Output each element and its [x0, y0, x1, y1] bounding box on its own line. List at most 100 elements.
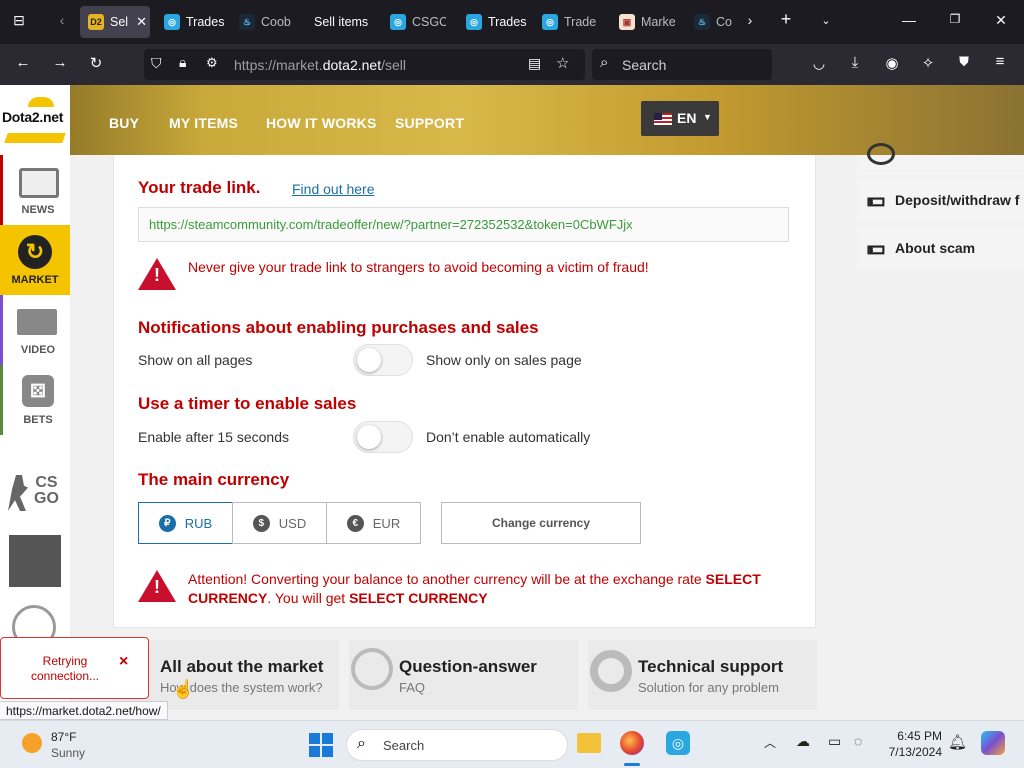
notification-bell-icon[interactable]: 🔔︎ [948, 733, 967, 751]
currency-rub-button[interactable]: ₽ RUB [138, 502, 233, 544]
site-logo[interactable]: Dota2.net [0, 85, 70, 155]
shield-icon[interactable]: ⛉ [151, 55, 162, 72]
tab-sell-items[interactable]: Sell items [314, 6, 378, 38]
market-favicon: ▣ [619, 14, 635, 30]
reload-icon[interactable]: ↻ [85, 54, 107, 72]
back-icon[interactable]: ← [12, 54, 34, 71]
network-icon[interactable]: ◌ [854, 733, 862, 749]
account-icon[interactable]: ◉ [881, 54, 903, 72]
tab-coob[interactable]: ♨ Coob [239, 6, 297, 38]
sidebar-label: MARKET [11, 274, 59, 286]
taskbar-date[interactable]: 7/13/2024 [876, 745, 942, 759]
tab-sell[interactable]: D2 Sel ✕ [80, 6, 150, 38]
tab-scroll-left-icon[interactable]: ‹ [52, 12, 72, 28]
logo-text: Dota2.net [2, 109, 64, 125]
new-tab-icon[interactable]: + [776, 9, 796, 30]
list-tabs-chevron-icon[interactable]: ⌄ [816, 14, 836, 27]
tile-question-answer[interactable]: Question-answer FAQ [349, 640, 578, 710]
lock-icon[interactable]: 🔒︎ [179, 54, 186, 71]
trade-link-input[interactable]: https://steamcommunity.com/tradeoffer/ne… [138, 207, 789, 242]
menu-icon[interactable]: ≡ [989, 53, 1011, 70]
sidebar-item-bets[interactable]: ⚄ BETS [0, 365, 70, 435]
bookmark-star-icon[interactable]: ☆ [556, 54, 569, 72]
euro-icon: € [346, 514, 364, 532]
language-selector[interactable]: EN ▼ [641, 101, 719, 136]
reader-view-icon[interactable]: ▤ [528, 55, 541, 72]
currency-eur-button[interactable]: € EUR [326, 502, 421, 544]
extensions-icon[interactable]: ✧ [917, 54, 939, 72]
sidebar-label: BETS [23, 414, 53, 426]
tab-label: Trades [488, 15, 527, 29]
file-explorer-icon[interactable] [577, 733, 601, 753]
windows-start-icon[interactable] [309, 733, 333, 757]
taskbar-search-box[interactable]: ⌕ Search [346, 729, 568, 761]
currency-usd-button[interactable]: $ USD [232, 502, 327, 544]
find-out-here-link[interactable]: Find out here [292, 181, 375, 197]
change-currency-button[interactable]: Change currency [441, 502, 641, 544]
forward-icon[interactable]: → [49, 54, 71, 71]
sidebar-item-rust[interactable] [0, 531, 70, 591]
timer-heading: Use a timer to enable sales [138, 394, 357, 413]
news-icon [19, 168, 59, 198]
tradeit-app-icon[interactable]: ◎ [666, 731, 690, 755]
url-domain: dota2.net [322, 57, 382, 73]
close-window-icon[interactable]: ✕ [991, 12, 1011, 29]
firefox-icon[interactable] [620, 731, 644, 755]
dice-icon: ⚄ [22, 375, 54, 407]
tradeit-favicon: ◎ [466, 14, 482, 30]
warning-bold: CURRENCY [188, 590, 268, 606]
timer-toggle[interactable] [353, 421, 413, 453]
nav-buy[interactable]: BUY [109, 115, 139, 131]
display-icon[interactable]: ▭ [828, 733, 841, 750]
nav-my-items[interactable]: MY ITEMS [169, 115, 238, 131]
tab-csgo[interactable]: ◎ CSGO [390, 6, 446, 38]
sidebar-item-market[interactable]: ↻ MARKET [0, 225, 70, 295]
trade-link-heading: Your trade link. [138, 178, 261, 197]
nav-support[interactable]: SUPPORT [395, 115, 464, 131]
sidebar-item-csgo[interactable]: CS GO [0, 457, 70, 523]
tab-market[interactable]: ▣ Marke [619, 6, 675, 38]
search-bar[interactable]: ⌕ Search [592, 49, 772, 80]
tab-overview-icon[interactable]: ⊟ [9, 12, 29, 29]
ublock-icon[interactable]: ⛊ [953, 54, 975, 70]
dota2-favicon: D2 [88, 14, 104, 30]
address-bar[interactable]: ⛉ 🔒︎ ⚙ https://market.dota2.net/sell ▤ ☆ [144, 49, 585, 80]
sidebar-item-news[interactable]: NEWS [0, 155, 70, 225]
lifebuoy-icon [590, 650, 632, 692]
tile-technical-support[interactable]: Technical support Solution for any probl… [588, 640, 817, 710]
windows-taskbar: 87°F Sunny ⌕ Search ◎ ︿ ☁ ▭ ◌ 6:45 PM 7/… [0, 720, 1024, 768]
downloads-icon[interactable]: ⤓ [844, 54, 866, 71]
show-hidden-icons-chevron-icon[interactable]: ︿ [764, 734, 776, 751]
tab-close-icon[interactable]: ✕ [136, 14, 147, 30]
rust-icon [9, 535, 61, 587]
tab-trades[interactable]: ◎ Trades [164, 6, 230, 38]
search-icon: ⌕ [357, 735, 366, 752]
currency-heading: The main currency [138, 470, 290, 489]
deposit-withdraw-link[interactable]: 💵︎ Deposit/withdraw f [857, 178, 1024, 222]
temperature: 87°F [51, 730, 77, 744]
timer-right-label: Don’t enable automatically [426, 429, 591, 445]
sun-icon [22, 733, 42, 753]
copilot-icon[interactable] [981, 731, 1005, 755]
tradeit-favicon: ◎ [390, 14, 406, 30]
notifications-toggle[interactable] [353, 344, 413, 376]
chat-bubble-icon [351, 648, 393, 690]
about-scam-link[interactable]: 💵︎ About scam [857, 226, 1024, 270]
toast-close-button[interactable]: × [119, 653, 128, 671]
nav-how-it-works[interactable]: HOW IT WORKS [266, 115, 377, 131]
minimize-icon[interactable]: — [899, 12, 919, 28]
tab-trade[interactable]: ◎ Trade [542, 6, 598, 38]
taskbar-time[interactable]: 6:45 PM [884, 729, 942, 743]
tab-trades-2[interactable]: ◎ Trades [466, 6, 532, 38]
permissions-icon[interactable]: ⚙ [206, 55, 218, 71]
pocket-icon[interactable]: ◡ [808, 55, 830, 72]
csgo-icon: CS GO [6, 465, 64, 515]
steam-favicon: ♨ [239, 14, 255, 30]
sidebar-item-video[interactable]: VIDEO [0, 295, 70, 365]
tab-co[interactable]: ♨ Co [694, 6, 736, 38]
currency-label: RUB [184, 515, 213, 531]
tab-scroll-right-icon[interactable]: › [740, 12, 760, 28]
restore-icon[interactable]: ❐ [945, 12, 965, 26]
notifications-heading: Notifications about enabling purchases a… [138, 318, 539, 337]
cloud-offline-icon[interactable]: ☁ [796, 733, 810, 750]
